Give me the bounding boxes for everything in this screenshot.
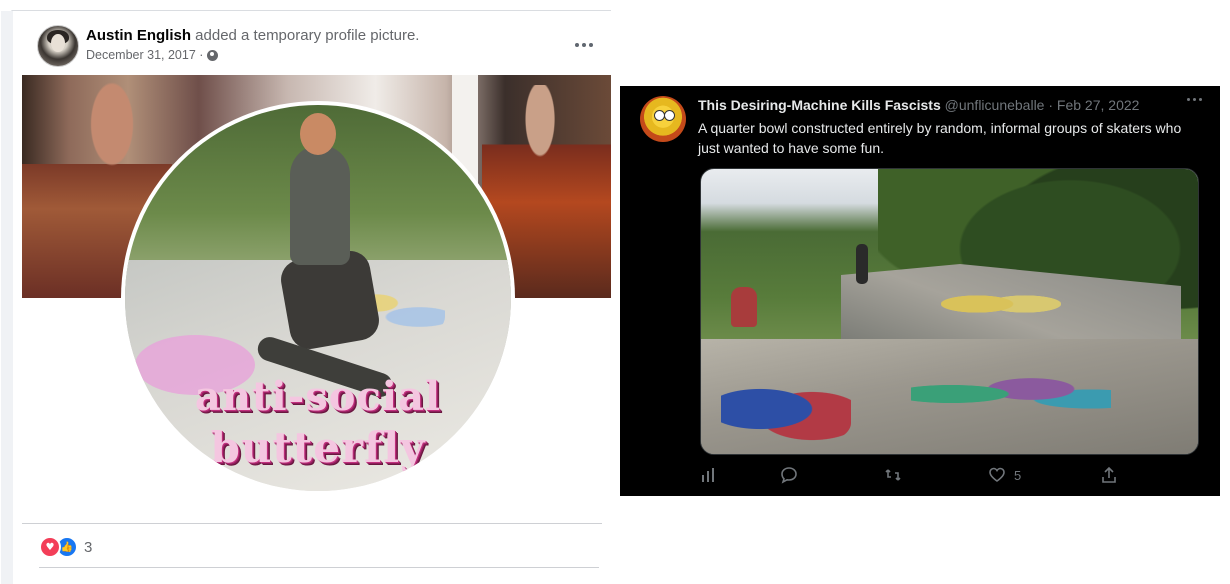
like-button[interactable]: 5 <box>988 466 1021 484</box>
heart-icon <box>989 467 1005 482</box>
tweet-actions-bar: 5 <box>700 464 1120 486</box>
post-title-line: Austin English added a temporary profile… <box>86 27 419 44</box>
tweet-photo[interactable] <box>700 168 1199 455</box>
more-options-icon[interactable] <box>569 35 599 55</box>
reactions-summary[interactable]: ♥ 👍 3 <box>39 536 92 558</box>
reaction-count: 3 <box>84 538 93 556</box>
profile-picture[interactable]: anti-social butterfly <box>121 101 515 495</box>
divider-bottom <box>39 567 599 568</box>
photo-graffiti-right <box>911 369 1111 419</box>
globe-icon <box>207 49 219 61</box>
tweet-display-name[interactable]: This Desiring-Machine Kills Fascists <box>698 97 941 113</box>
love-icon: ♥ <box>39 536 61 558</box>
avatar-face <box>51 34 65 52</box>
photo-seated-person <box>731 287 757 327</box>
retweet-icon[interactable] <box>884 466 902 484</box>
post-action-text: added a temporary profile picture. <box>191 27 420 44</box>
post-meta: December 31, 2017 · <box>86 48 219 62</box>
tweet-header: This Desiring-Machine Kills Fascists @un… <box>698 97 1139 113</box>
sticker-line-2: butterfly <box>210 423 426 472</box>
post-header: Austin English added a temporary profile… <box>37 25 611 69</box>
like-count: 5 <box>1014 467 1022 483</box>
analytics-icon[interactable] <box>700 466 718 484</box>
tweet-author-avatar[interactable] <box>640 96 686 142</box>
author-avatar[interactable] <box>37 25 79 67</box>
tweet-handle-date[interactable]: @unflicuneballe · Feb 27, 2022 <box>941 97 1140 113</box>
reply-icon[interactable] <box>780 466 798 484</box>
photo-skater <box>856 244 868 284</box>
sticker-line-1: anti-social <box>194 373 442 420</box>
profile-picture-image: anti-social butterfly <box>125 105 511 491</box>
photo-graffiti-left <box>721 374 851 444</box>
skater-body <box>290 145 350 265</box>
share-icon[interactable] <box>1100 466 1118 484</box>
author-name-link[interactable]: Austin English <box>86 27 191 44</box>
more-options-icon[interactable] <box>1187 98 1202 101</box>
avatar-eye-right <box>664 110 675 121</box>
post-date-link[interactable]: December 31, 2017 · <box>86 48 203 62</box>
facebook-post-card: Austin English added a temporary profile… <box>1 10 611 584</box>
skater-head <box>300 113 336 155</box>
divider <box>22 523 602 524</box>
tweet-card: This Desiring-Machine Kills Fascists @un… <box>620 86 1220 496</box>
tweet-text: A quarter bowl constructed entirely by r… <box>698 120 1182 156</box>
photo-graffiti-top <box>941 284 1061 324</box>
